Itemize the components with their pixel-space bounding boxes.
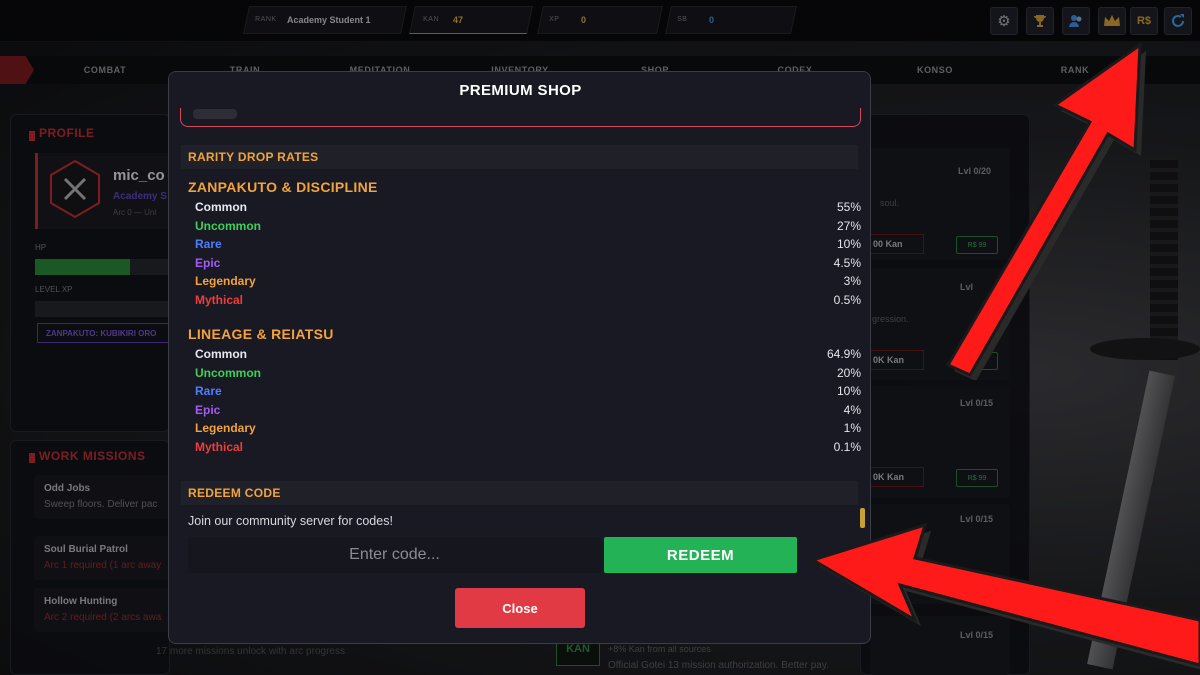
rarity-rate: 0.5% (833, 292, 861, 307)
rate-row: Epic 4% (195, 403, 861, 421)
drop-rates-header: RARITY DROP RATES (181, 145, 858, 169)
rarity-rate: 10% (836, 384, 861, 398)
rarity-rate: 3% (843, 274, 861, 288)
rate-row: Uncommon 27% (195, 219, 861, 237)
rarity-name: Legendary (195, 274, 256, 288)
rate-row: Legendary 1% (195, 421, 861, 439)
rarity-name: Uncommon (195, 365, 261, 380)
rarity-rate: 20% (836, 365, 861, 380)
rarity-name: Epic (195, 255, 221, 270)
code-input[interactable] (188, 537, 601, 573)
rate-row: Uncommon 20% (195, 366, 861, 384)
pack-chip (193, 109, 237, 119)
rarity-name: Common (195, 347, 247, 361)
rate-row: Common 55% (195, 200, 861, 218)
rarity-rate: 0.1% (833, 439, 861, 454)
rate-row: Mythical 0.5% (195, 293, 861, 311)
redeem-button[interactable]: REDEEM (604, 537, 797, 573)
modal-scrollbar[interactable] (860, 508, 865, 528)
rate-row: Mythical 0.1% (195, 440, 861, 458)
rarity-name: Legendary (195, 421, 256, 435)
rarity-name: Common (195, 200, 247, 214)
rarity-rate: 10% (836, 237, 861, 251)
group-title-zanpakuto: ZANPAKUTO & DISCIPLINE (188, 179, 378, 195)
rarity-rate: 64.9% (826, 347, 861, 361)
rarity-rate: 1% (843, 421, 861, 435)
close-button[interactable]: Close (455, 588, 585, 628)
rarity-rate: 4.5% (833, 255, 861, 270)
rate-row: Rare 10% (195, 384, 861, 402)
rarity-rate: 4% (843, 402, 861, 417)
rate-row: Legendary 3% (195, 274, 861, 292)
redeem-code-header: REDEEM CODE (181, 481, 858, 505)
rate-row: Common 64.9% (195, 347, 861, 365)
rarity-name: Rare (195, 384, 222, 398)
rate-row: Rare 10% (195, 237, 861, 255)
rarity-rate: 27% (836, 218, 861, 233)
rarity-name: Epic (195, 402, 221, 417)
rarity-name: Mythical (195, 439, 244, 454)
rarity-name: Uncommon (195, 218, 261, 233)
modal-title: PREMIUM SHOP (459, 82, 582, 99)
rarity-rate: 55% (836, 200, 861, 214)
rarity-name: Mythical (195, 292, 244, 307)
group-title-lineage: LINEAGE & REIATSU (188, 326, 334, 342)
premium-shop-modal: PREMIUM SHOP RARITY DROP RATES ZANPAKUTO… (168, 71, 871, 644)
rarity-name: Rare (195, 237, 222, 251)
community-text: Join our community server for codes! (188, 514, 393, 528)
rate-row: Epic 4.5% (195, 256, 861, 274)
